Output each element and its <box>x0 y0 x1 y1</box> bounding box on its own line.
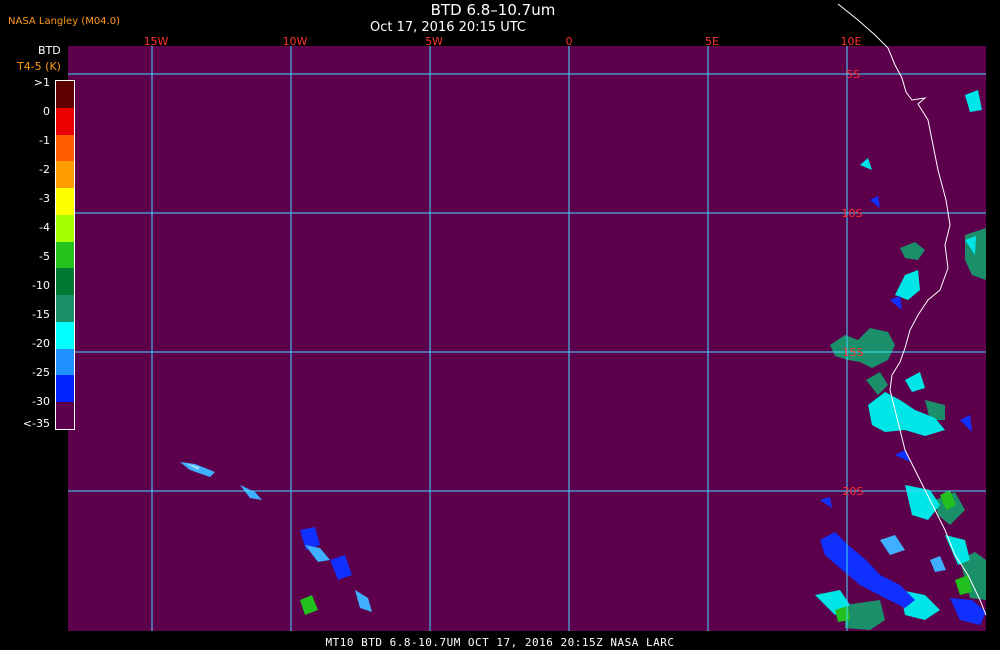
legend-tick-label: -4 <box>39 221 50 234</box>
lon-label-10e: 10E <box>841 35 862 48</box>
legend-swatch <box>56 188 74 215</box>
legend-tick-label: -15 <box>32 308 50 321</box>
legend-swatch <box>56 134 74 162</box>
lat-label-10s: 10S <box>842 207 863 220</box>
producer-label: NASA Langley (M04.0) <box>8 16 120 27</box>
legend-swatch <box>56 321 74 349</box>
legend-tick-label: -10 <box>32 279 50 292</box>
legend-tick-label: -2 <box>39 163 50 176</box>
legend-tick-label: <-35 <box>22 417 50 430</box>
lon-label-5w: 5W <box>425 35 443 48</box>
footer-caption: MT10 BTD 6.8-10.7UM OCT 17, 2016 20:15Z … <box>325 636 675 649</box>
lat-label-5s: 5S <box>846 68 860 81</box>
legend-swatch <box>56 348 74 376</box>
legend-swatch <box>56 375 74 403</box>
lat-label-20s: 20S <box>843 485 864 498</box>
legend-tick-label: -1 <box>39 134 50 147</box>
lon-label-0: 0 <box>566 35 573 48</box>
satellite-map: 15W 10W 5W 0 5E 10E 5S 10S 15S 20S <box>68 3 987 631</box>
legend-swatch <box>56 241 74 269</box>
legend-tick-label: -3 <box>39 192 50 205</box>
legend-swatch <box>56 81 74 108</box>
legend-title: BTD <box>38 44 61 57</box>
legend-tick-label: -5 <box>39 250 50 263</box>
legend-swatch <box>56 402 74 429</box>
legend-tick-label: -20 <box>32 337 50 350</box>
map-timestamp: Oct 17, 2016 20:15 UTC <box>370 20 526 35</box>
legend-swatch <box>56 295 74 322</box>
lat-label-15s: 15S <box>843 346 864 359</box>
legend-tick-label: >1 <box>33 76 50 89</box>
legend-tick-label: 0 <box>43 105 50 118</box>
legend-swatch <box>56 268 74 296</box>
lon-label-15w: 15W <box>144 35 169 48</box>
color-legend <box>55 80 75 430</box>
legend-swatch <box>56 107 74 135</box>
legend-tick-label: -30 <box>32 395 50 408</box>
lon-label-10w: 10W <box>283 35 308 48</box>
legend-swatch <box>56 161 74 189</box>
legend-units: T4-5 (K) <box>17 60 61 73</box>
lon-label-5e: 5E <box>705 35 719 48</box>
legend-swatch <box>56 214 74 242</box>
legend-tick-label: -25 <box>32 366 50 379</box>
map-title: BTD 6.8–10.7um <box>430 1 556 19</box>
